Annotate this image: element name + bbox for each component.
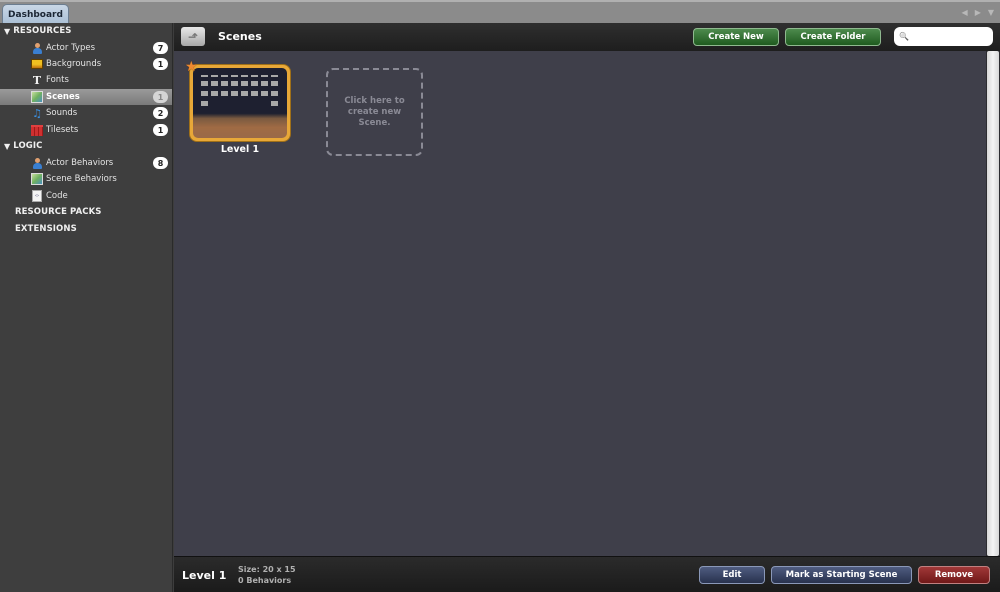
search-input[interactable] [911, 31, 987, 42]
sidebar-item-backgrounds[interactable]: Backgrounds 1 [0, 56, 172, 72]
sound-icon: ♫ [32, 106, 42, 120]
scrollbar-thumb[interactable] [987, 51, 999, 556]
create-new-scene-placeholder[interactable]: Click here to create new Scene. [326, 68, 423, 156]
sidebar-item-label: Tilesets [46, 125, 79, 135]
scene-icon [31, 91, 43, 103]
count-badge: 1 [153, 58, 168, 70]
sidebar-item-label: Sounds [46, 108, 78, 118]
main-header: ⬏ Scenes Create New Create Folder 🔍 [174, 23, 1000, 51]
font-icon: T [32, 73, 42, 87]
selected-scene-name: Level 1 [182, 569, 227, 582]
up-folder-button[interactable]: ⬏ [181, 27, 205, 46]
sidebar: ▼ RESOURCES Actor Types 7 Backgrounds 1 … [0, 23, 173, 592]
scene-card-level-1[interactable] [189, 64, 291, 142]
scene-name: Level 1 [220, 144, 260, 155]
scene-icon [31, 173, 43, 185]
sidebar-item-label: Fonts [46, 75, 69, 85]
section-extensions[interactable]: EXTENSIONS [15, 222, 77, 236]
count-badge: 7 [153, 42, 168, 54]
sidebar-item-fonts[interactable]: T Fonts [0, 72, 172, 88]
section-resources[interactable]: ▼ RESOURCES [4, 24, 71, 38]
remove-button[interactable]: Remove [918, 566, 990, 584]
sidebar-item-scenes[interactable]: Scenes 1 [0, 89, 172, 105]
sidebar-item-label: Actor Types [46, 43, 96, 53]
vertical-scrollbar[interactable] [986, 51, 1000, 556]
scene-size: Size: 20 x 15 [238, 565, 296, 574]
background-icon [31, 58, 43, 70]
count-badge: 1 [153, 91, 168, 103]
count-badge: 2 [153, 107, 168, 119]
sidebar-item-label: Backgrounds [46, 59, 102, 69]
sidebar-item-actor-types[interactable]: Actor Types 7 [0, 40, 172, 56]
section-label: LOGIC [13, 141, 43, 151]
sidebar-item-actor-behaviors[interactable]: Actor Behaviors 8 [0, 155, 172, 171]
scenes-grid: ★ Level 1 Click here to create new Scene… [174, 51, 986, 556]
expand-triangle-icon[interactable]: ▼ [4, 142, 10, 151]
tab-next-icon[interactable]: ▶ [975, 8, 981, 17]
mark-starting-scene-button[interactable]: Mark as Starting Scene [771, 566, 912, 584]
scene-meta: Size: 20 x 15 0 Behaviors [238, 564, 296, 586]
sidebar-item-scene-behaviors[interactable]: Scene Behaviors [0, 171, 172, 187]
tab-dashboard[interactable]: Dashboard [2, 4, 69, 25]
section-label: RESOURCE PACKS [15, 207, 102, 217]
count-badge: 1 [153, 124, 168, 136]
create-folder-button[interactable]: Create Folder [785, 28, 881, 46]
scene-thumbnail [193, 68, 287, 138]
sidebar-item-sounds[interactable]: ♫ Sounds 2 [0, 105, 172, 121]
search-field[interactable]: 🔍 [894, 27, 993, 46]
sidebar-item-tilesets[interactable]: Tilesets 1 [0, 122, 172, 138]
edit-button[interactable]: Edit [699, 566, 765, 584]
tab-controls: ◀ ▶ ▼ [962, 8, 994, 17]
actor-icon [31, 157, 43, 169]
sidebar-item-label: Scene Behaviors [46, 174, 117, 184]
sidebar-item-code[interactable]: ‹› Code [0, 188, 172, 204]
sidebar-item-label: Actor Behaviors [46, 158, 114, 168]
search-icon: 🔍 [899, 32, 909, 41]
tileset-icon [31, 124, 43, 136]
tab-strip: Dashboard ◀ ▶ ▼ [0, 0, 1000, 25]
count-badge: 8 [153, 157, 168, 169]
section-resource-packs[interactable]: RESOURCE PACKS [15, 205, 102, 219]
up-arrow-icon: ⬏ [187, 29, 199, 44]
page-title: Scenes [218, 30, 262, 43]
section-label: RESOURCES [13, 26, 72, 36]
section-logic[interactable]: ▼ LOGIC [4, 139, 42, 153]
starting-scene-star-icon: ★ [185, 59, 198, 75]
sidebar-item-label: Code [46, 191, 68, 201]
code-icon: ‹› [31, 190, 43, 202]
create-new-button[interactable]: Create New [693, 28, 779, 46]
scene-behavior-count: 0 Behaviors [238, 576, 292, 585]
tab-menu-icon[interactable]: ▼ [988, 8, 994, 17]
sidebar-item-label: Scenes [46, 92, 80, 102]
details-footer: Level 1 Size: 20 x 15 0 Behaviors Edit M… [174, 556, 1000, 592]
actor-icon [31, 42, 43, 54]
tab-prev-icon[interactable]: ◀ [962, 8, 968, 17]
section-label: EXTENSIONS [15, 224, 77, 234]
expand-triangle-icon[interactable]: ▼ [4, 27, 10, 36]
